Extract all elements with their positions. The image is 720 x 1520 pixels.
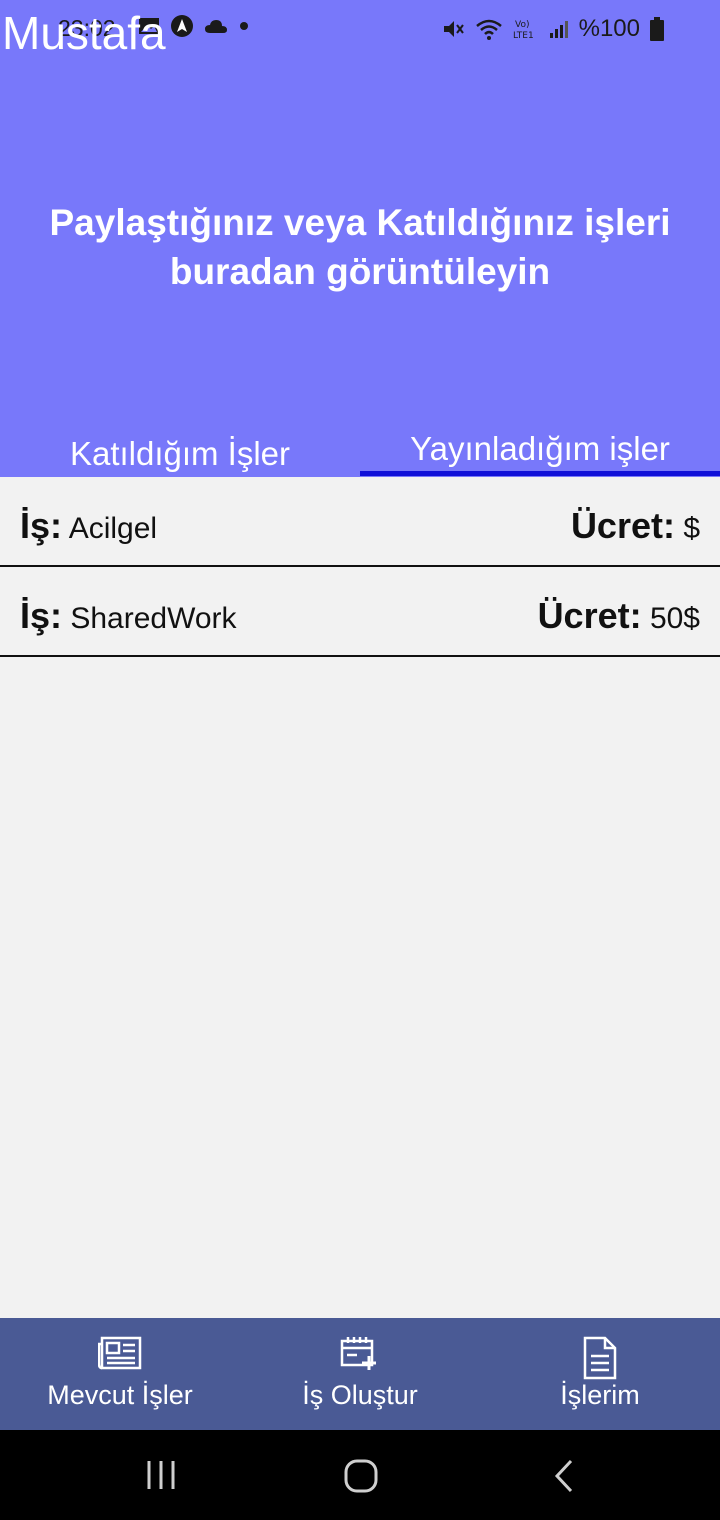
home-icon[interactable] (343, 1458, 379, 1494)
user-name: Mustafa (2, 7, 166, 59)
calendar-add-icon (340, 1337, 376, 1370)
back-icon[interactable] (552, 1458, 576, 1494)
job-key: İş: (20, 595, 63, 636)
tab-published-jobs-label: Yayınladığım işler (410, 430, 670, 467)
tab-joined-jobs[interactable]: Katıldığım İşler (0, 420, 360, 477)
job-key: İş: (20, 505, 63, 546)
dot-icon (240, 22, 248, 30)
tab-joined-jobs-label: Katıldığım İşler (69, 435, 291, 472)
job-name: Acilgel (68, 512, 158, 545)
nav-create-job-label: İş Oluştur (302, 1380, 418, 1410)
job-row[interactable]: İş: Acilgel Ücret: $ (0, 477, 720, 567)
fee-key: Ücret: (570, 505, 675, 546)
fee-value: $ (683, 512, 700, 545)
job-fee: Ücret: 50$ (538, 595, 700, 637)
page-title: Paylaştığınız veya Katıldığınız işleri b… (49, 202, 671, 292)
wifi-icon (475, 19, 502, 40)
job-row[interactable]: İş: SharedWork Ücret: 50$ (0, 567, 720, 657)
nav-create-job[interactable]: İş Oluştur (240, 1318, 480, 1430)
svg-text:Vo): Vo) (515, 20, 529, 30)
volte-icon: Vo)LTE1 (513, 20, 534, 41)
mute-icon (443, 21, 464, 37)
document-icon (583, 1336, 617, 1380)
nav-available-jobs[interactable]: Mevcut İşler (0, 1318, 240, 1430)
job-title: İş: SharedWork (20, 595, 237, 637)
battery-percent: %100 (578, 15, 640, 42)
job-name: SharedWork (70, 602, 237, 635)
signal-icon (549, 21, 568, 38)
bottom-nav: Mevcut İşler İş Oluştur İşlerim (0, 1318, 720, 1430)
nav-my-jobs-label: İşlerim (560, 1380, 640, 1410)
job-fee: Ücret: $ (571, 505, 700, 547)
newspaper-icon (98, 1336, 142, 1370)
cloud-icon (205, 20, 227, 33)
system-nav-bar (0, 1430, 720, 1520)
job-list: İş: Acilgel Ücret: $ İş: SharedWork Ücre… (0, 477, 720, 657)
nav-available-jobs-label: Mevcut İşler (47, 1380, 193, 1410)
job-title: İş: Acilgel (20, 505, 157, 547)
svg-text:LTE1: LTE1 (513, 31, 534, 41)
status-right-icons: Vo) LTE1 %100 (441, 15, 664, 43)
battery-icon (650, 17, 664, 41)
nav-my-jobs[interactable]: İşlerim (480, 1318, 720, 1430)
tab-bar: Katıldığım İşler Yayınladığım işler (0, 420, 720, 477)
recent-apps-icon[interactable] (145, 1458, 177, 1492)
tab-published-jobs[interactable]: Yayınladığım işler (360, 420, 720, 477)
tab-indicator (360, 471, 720, 476)
fee-key: Ücret: (537, 595, 642, 636)
fee-value: 50$ (649, 602, 700, 635)
header: 23:02 Vo) LTE1 %100 Mustafa Paylaştığınız… (0, 0, 720, 477)
navigation-icon (171, 15, 193, 37)
